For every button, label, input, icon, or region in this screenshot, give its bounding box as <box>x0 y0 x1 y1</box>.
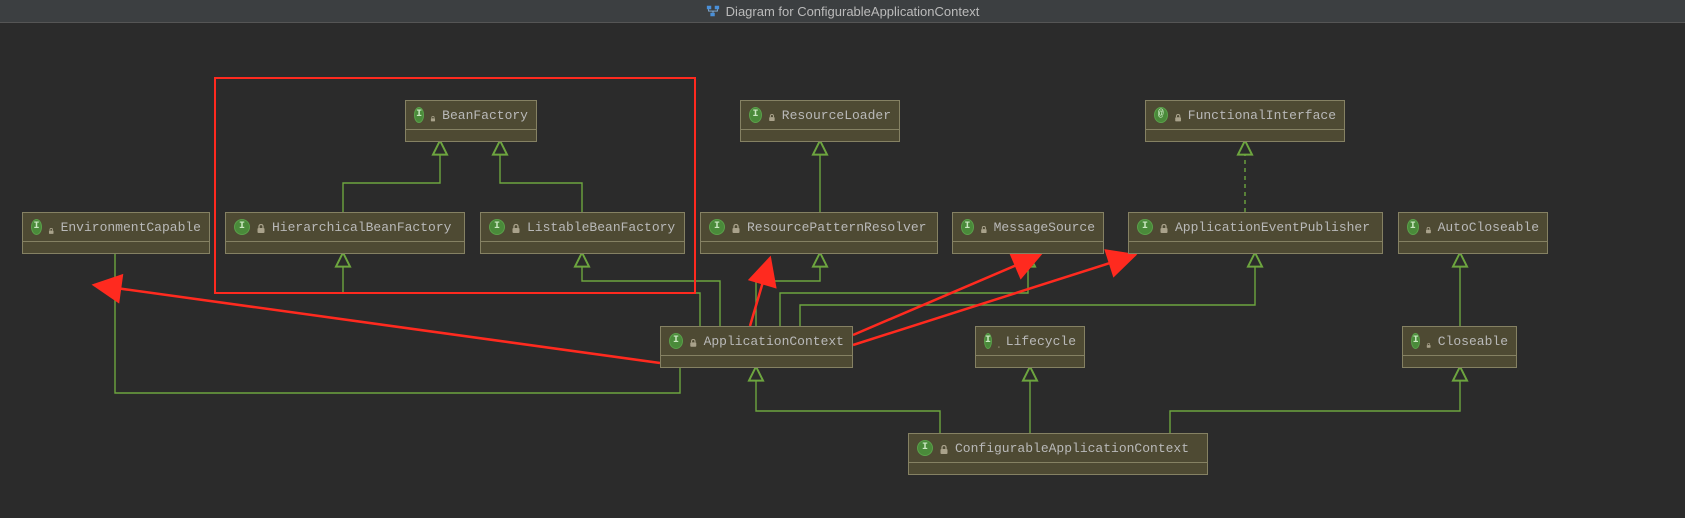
interface-icon: I <box>234 219 250 235</box>
edge-applicationContext-resourcePatternResolver <box>756 254 820 326</box>
node-applicationEventPublisher[interactable]: I ApplicationEventPublisher <box>1128 212 1383 254</box>
lock-icon <box>430 110 436 120</box>
edge-applicationContext-environmentCapable <box>115 254 680 393</box>
interface-icon: I <box>1137 219 1153 235</box>
lock-icon <box>1426 336 1431 346</box>
node-configurableApplicationContext[interactable]: I ConfigurableApplicationContext <box>908 433 1208 475</box>
lock-icon <box>256 222 266 232</box>
node-messageSource[interactable]: I MessageSource <box>952 212 1104 254</box>
node-label: EnvironmentCapable <box>61 220 201 235</box>
node-listableBeanFactory[interactable]: I ListableBeanFactory <box>480 212 685 254</box>
node-closeable[interactable]: I Closeable <box>1402 326 1517 368</box>
title-text: Diagram for ConfigurableApplicationConte… <box>726 4 980 19</box>
edge-applicationContext-listableBeanFactory <box>582 254 720 326</box>
node-label: MessageSource <box>994 220 1095 235</box>
node-beanFactory[interactable]: I BeanFactory <box>405 100 537 142</box>
interface-icon: I <box>917 440 933 456</box>
edge-applicationContext-applicationEventPublisher <box>800 254 1255 326</box>
title-bar: Diagram for ConfigurableApplicationConte… <box>0 0 1685 23</box>
node-resourcePatternResolver[interactable]: I ResourcePatternResolver <box>700 212 938 254</box>
node-environmentCapable[interactable]: I EnvironmentCapable <box>22 212 210 254</box>
interface-icon: I <box>489 219 505 235</box>
lock-icon <box>48 222 54 232</box>
interface-icon: I <box>1411 333 1420 349</box>
node-label: FunctionalInterface <box>1188 108 1336 123</box>
node-lifecycle[interactable]: I Lifecycle <box>975 326 1085 368</box>
edges-layer <box>0 23 1685 518</box>
lock-icon <box>998 336 1000 346</box>
node-label: AutoCloseable <box>1438 220 1539 235</box>
node-label: HierarchicalBeanFactory <box>272 220 451 235</box>
interface-icon: I <box>669 333 683 349</box>
interface-icon: I <box>749 107 762 123</box>
diagram-icon <box>706 4 720 18</box>
interface-icon: I <box>984 333 992 349</box>
lock-icon <box>939 443 949 453</box>
node-label: ResourceLoader <box>782 108 891 123</box>
node-label: ListableBeanFactory <box>527 220 675 235</box>
edge-applicationContext-environmentCapable <box>94 285 660 363</box>
node-functionalInterface[interactable]: @ FunctionalInterface <box>1145 100 1345 142</box>
node-hierarchicalBeanFactory[interactable]: I HierarchicalBeanFactory <box>225 212 465 254</box>
lock-icon <box>1174 110 1182 120</box>
edge-listableBeanFactory-beanFactory <box>500 142 582 212</box>
edge-applicationContext-messageSource <box>780 254 1028 326</box>
lock-icon <box>689 336 698 346</box>
interface-icon: I <box>31 219 42 235</box>
node-label: ApplicationEventPublisher <box>1175 220 1370 235</box>
interface-icon: I <box>709 219 725 235</box>
edge-configurableApplicationContext-closeable <box>1170 368 1460 433</box>
edge-applicationContext-messageSource <box>853 255 1040 335</box>
node-autoCloseable[interactable]: I AutoCloseable <box>1398 212 1548 254</box>
node-label: ApplicationContext <box>704 334 844 349</box>
lock-icon <box>1159 222 1169 232</box>
node-label: Lifecycle <box>1006 334 1076 349</box>
lock-icon <box>1425 222 1432 232</box>
interface-icon: I <box>414 107 424 123</box>
diagram-canvas[interactable]: I BeanFactory I ResourceLoader @ FunctionalIn… <box>0 23 1685 518</box>
lock-icon <box>511 222 521 232</box>
node-label: ConfigurableApplicationContext <box>955 441 1189 456</box>
edge-applicationContext-hierarchicalBeanFactory <box>343 254 700 326</box>
interface-icon: I <box>961 219 974 235</box>
node-label: ResourcePatternResolver <box>747 220 926 235</box>
node-applicationContext[interactable]: I ApplicationContext <box>660 326 853 368</box>
interface-icon: @ <box>1154 107 1168 123</box>
lock-icon <box>980 222 988 232</box>
node-label: Closeable <box>1438 334 1508 349</box>
lock-icon <box>731 222 741 232</box>
edge-hierarchicalBeanFactory-beanFactory <box>343 142 440 212</box>
edge-applicationContext-resourcePatternResolver <box>750 258 770 326</box>
edge-configurableApplicationContext-applicationContext <box>756 368 940 433</box>
lock-icon <box>768 110 776 120</box>
node-label: BeanFactory <box>442 108 528 123</box>
node-resourceLoader[interactable]: I ResourceLoader <box>740 100 900 142</box>
interface-icon: I <box>1407 219 1419 235</box>
